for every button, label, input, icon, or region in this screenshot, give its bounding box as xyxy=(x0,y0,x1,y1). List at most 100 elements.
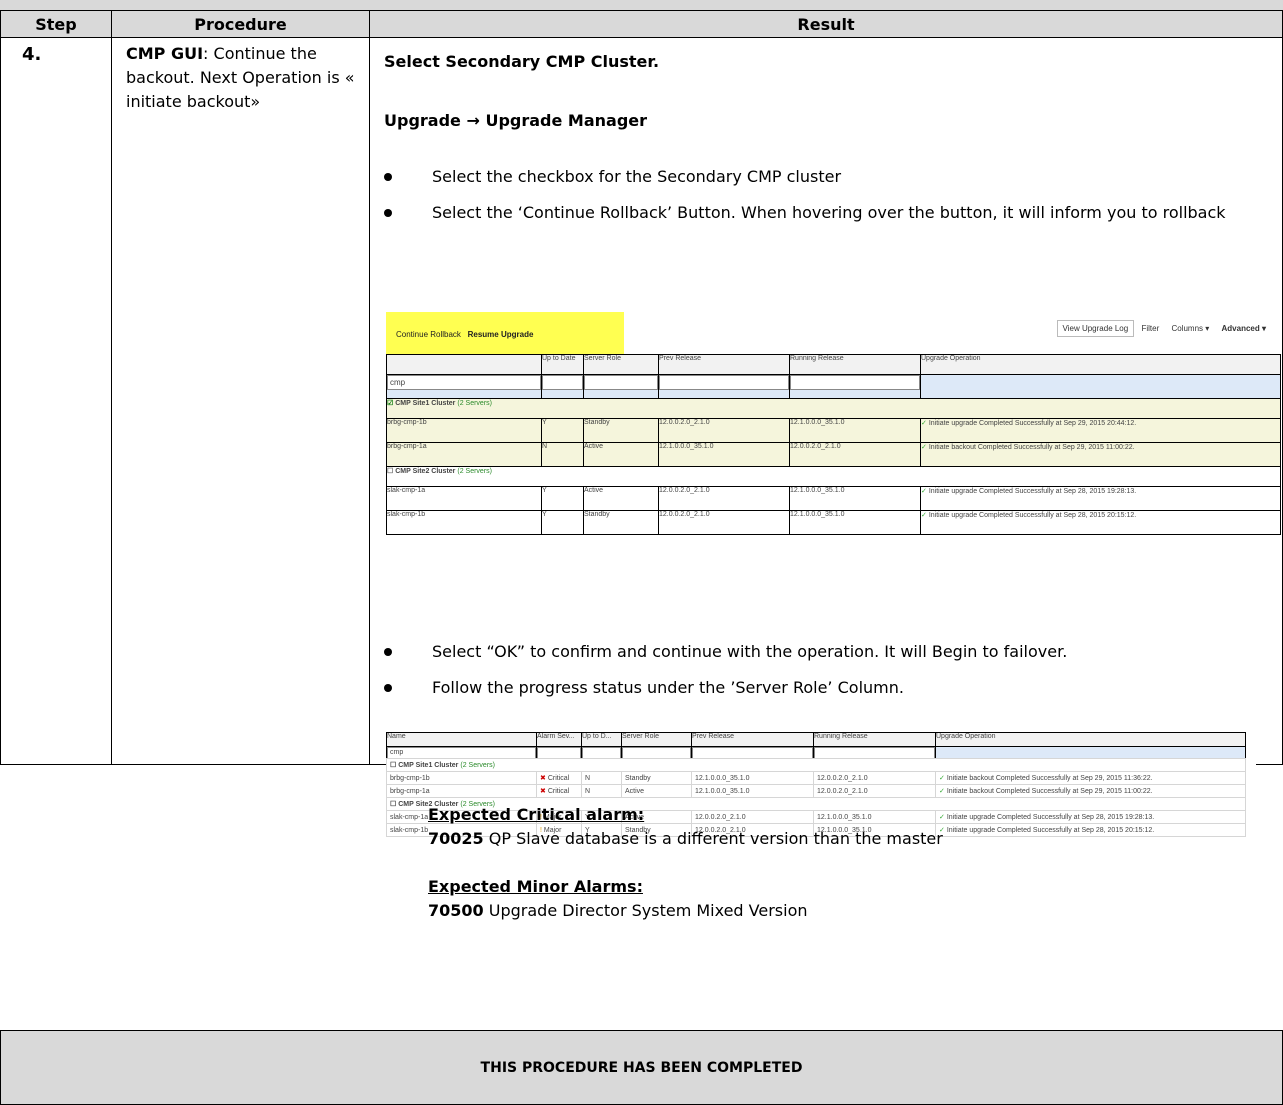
cell-prev-release: 12.0.0.2.0_2.1.0 xyxy=(658,418,790,443)
cell-up-to-date: N xyxy=(581,771,622,785)
cell-up-to-date: N xyxy=(541,442,584,467)
cell-server-role: Standby xyxy=(583,510,659,535)
grid-col-blank xyxy=(386,354,542,375)
cell-server-role: Standby xyxy=(621,771,692,785)
table-row[interactable]: slak-cmp-1b Y Standby 12.0.0.2.0_2.1.0 1… xyxy=(386,510,1281,535)
select-cluster-line: Select Secondary CMP Cluster. xyxy=(384,52,660,71)
bullet-icon xyxy=(384,209,392,217)
cell-server-role: Active xyxy=(583,442,659,467)
cell-prev-release: 12.1.0.0.0_35.1.0 xyxy=(691,771,814,785)
unchecked-checkbox-icon[interactable]: ☐ xyxy=(388,468,394,475)
cell-up-to-date: N xyxy=(581,784,622,798)
cell-running-release: 12.0.0.2.0_2.1.0 xyxy=(789,442,921,467)
group-count: (2 Servers) xyxy=(460,762,495,769)
table-row[interactable]: brbg-cmp-1a N Active 12.1.0.0.0_35.1.0 1… xyxy=(386,442,1281,467)
group-count: (2 Servers) xyxy=(457,400,492,407)
group-label: CMP Site1 Cluster xyxy=(398,762,459,769)
cell-server-role: Active xyxy=(621,784,692,798)
bullet-icon xyxy=(384,684,392,692)
cell-upgrade-operation: Initiate backout Completed Successfully … xyxy=(946,788,1153,795)
step-cell: 4. xyxy=(0,37,112,765)
group-count: (2 Servers) xyxy=(457,468,492,475)
grid-col-running-release: Running Release xyxy=(813,732,936,747)
advanced-button[interactable]: Advanced ▾ xyxy=(1217,321,1271,336)
critical-alarm-icon: ✖ xyxy=(540,788,546,795)
filter-row: cmp xyxy=(386,374,1281,399)
minor-alarm-heading: Expected Minor Alarms: xyxy=(428,877,643,896)
minor-alarm-line: 70500 Upgrade Director System Mixed Vers… xyxy=(428,899,1268,923)
resume-upgrade-button[interactable]: Resume Upgrade xyxy=(468,330,534,339)
procedure-completed-banner: THIS PROCEDURE HAS BEEN COMPLETED xyxy=(0,1030,1283,1105)
critical-alarm-text: QP Slave database is a different version… xyxy=(483,829,943,848)
cell-running-release: 12.0.0.2.0_2.1.0 xyxy=(813,784,936,798)
view-upgrade-log-button[interactable]: View Upgrade Log xyxy=(1056,320,1135,337)
unchecked-checkbox-icon[interactable]: ☐ xyxy=(390,801,396,808)
header-result: Result xyxy=(369,10,1283,38)
columns-button[interactable]: Columns ▾ xyxy=(1166,321,1214,336)
arrow-right-icon: → xyxy=(466,111,480,130)
table-row[interactable]: brbg-cmp-1b Y Standby 12.0.0.2.0_2.1.0 1… xyxy=(386,418,1281,443)
bullet-text-1: Select the checkbox for the Secondary CM… xyxy=(432,167,842,186)
table-row[interactable]: brbg-cmp-1b ✖ Critical N Standby 12.1.0.… xyxy=(386,771,1246,785)
grid-col-name: Name xyxy=(386,732,537,747)
bullet-text-3: Select “OK” to confirm and continue with… xyxy=(432,642,1068,661)
grid-header-row: Name Alarm Sev... Up to D... Server Role… xyxy=(386,732,1246,747)
grid-col-upgrade-operation: Upgrade Operation xyxy=(935,732,1246,747)
grid-header-row: Up to Date Server Role Prev Release Runn… xyxy=(386,354,1281,375)
toolbar-right: View Upgrade Log Filter Columns ▾ Advanc… xyxy=(1056,320,1271,337)
grid-col-server-role: Server Role xyxy=(621,732,692,747)
procedure-text: CMP GUI: Continue the backout. Next Oper… xyxy=(112,38,369,114)
checked-checkbox-icon[interactable]: ☑ xyxy=(388,400,394,407)
cell-up-to-date: Y xyxy=(541,486,584,511)
group-row-site1[interactable]: ☑ CMP Site1 Cluster (2 Servers) xyxy=(386,398,1281,419)
toolbar-left: Continue Rollback Resume Upgrade xyxy=(396,330,533,339)
cell-alarm: Critical xyxy=(547,788,570,795)
header-procedure: Procedure xyxy=(111,10,370,38)
cell-up-to-date: Y xyxy=(541,510,584,535)
critical-alarm-line: 70025 QP Slave database is a different v… xyxy=(428,827,1268,851)
cell-upgrade-operation: Initiate backout Completed Successfully … xyxy=(946,775,1153,782)
filter-button[interactable]: Filter xyxy=(1136,321,1164,336)
name-filter-input[interactable]: cmp xyxy=(387,375,541,390)
group-label: CMP Site1 Cluster xyxy=(395,400,456,407)
cell-name: brbg-cmp-1a xyxy=(386,784,537,798)
critical-alarm-icon: ✖ xyxy=(540,775,546,782)
bullet-icon xyxy=(384,173,392,181)
expected-alarms: Expected Critical alarm: 70025 QP Slave … xyxy=(428,803,1268,923)
result-cell: Select Secondary CMP Cluster. Upgrade → … xyxy=(369,37,1283,765)
prev-release-filter-select[interactable] xyxy=(659,375,789,390)
check-icon: ✓ xyxy=(939,775,945,782)
cell-upgrade-operation: Initiate backout Completed Successfully … xyxy=(928,444,1135,451)
grid-col-prev-release: Prev Release xyxy=(691,732,814,747)
table-row[interactable]: slak-cmp-1a Y Active 12.0.0.2.0_2.1.0 12… xyxy=(386,486,1281,511)
grid-col-up-to-date: Up to D... xyxy=(581,732,622,747)
cell-upgrade-operation: Initiate upgrade Completed Successfully … xyxy=(928,488,1137,495)
group-row-site2[interactable]: ☐ CMP Site2 Cluster (2 Servers) xyxy=(386,466,1281,487)
unchecked-checkbox-icon[interactable]: ☐ xyxy=(390,762,396,769)
bullet-icon xyxy=(384,648,392,656)
procedure-table: Step Procedure Result 4. CMP GUI: Contin… xyxy=(0,10,1283,765)
check-icon: ✓ xyxy=(921,444,927,451)
header-step: Step xyxy=(0,10,112,38)
grid-col-up-to-date: Up to Date xyxy=(541,354,584,375)
bullet-text-2: Select the ‘Continue Rollback’ Button. W… xyxy=(432,203,1226,222)
cell-upgrade-operation: Initiate upgrade Completed Successfully … xyxy=(928,512,1137,519)
server-role-filter-select[interactable] xyxy=(584,375,658,390)
cell-name: brbg-cmp-1a xyxy=(386,442,542,467)
running-release-filter-select[interactable] xyxy=(790,375,920,390)
grid-col-server-role: Server Role xyxy=(583,354,659,375)
cell-running-release: 12.1.0.0.0_35.1.0 xyxy=(789,486,921,511)
check-icon: ✓ xyxy=(921,420,927,427)
check-icon: ✓ xyxy=(921,512,927,519)
footer-table: THIS PROCEDURE HAS BEEN COMPLETED xyxy=(0,1030,1283,1105)
upgrade-manager-screenshot-1: Continue Rollback Resume Upgrade Initiat… xyxy=(386,310,1281,575)
nav-upgrade-manager: Upgrade Manager xyxy=(485,111,648,130)
continue-rollback-button[interactable]: Continue Rollback xyxy=(396,330,461,339)
up-to-date-filter-select[interactable] xyxy=(542,375,583,390)
table-row[interactable]: brbg-cmp-1a ✖ Critical N Active 12.1.0.0… xyxy=(386,784,1246,798)
group-row-site1[interactable]: ☐ CMP Site1 Cluster (2 Servers) xyxy=(386,758,1246,772)
cell-prev-release: 12.1.0.0.0_35.1.0 xyxy=(691,784,814,798)
cell-name: brbg-cmp-1b xyxy=(386,771,537,785)
procedure-bold-prefix: CMP GUI xyxy=(126,44,204,63)
minor-alarm-text: Upgrade Director System Mixed Version xyxy=(483,901,808,920)
